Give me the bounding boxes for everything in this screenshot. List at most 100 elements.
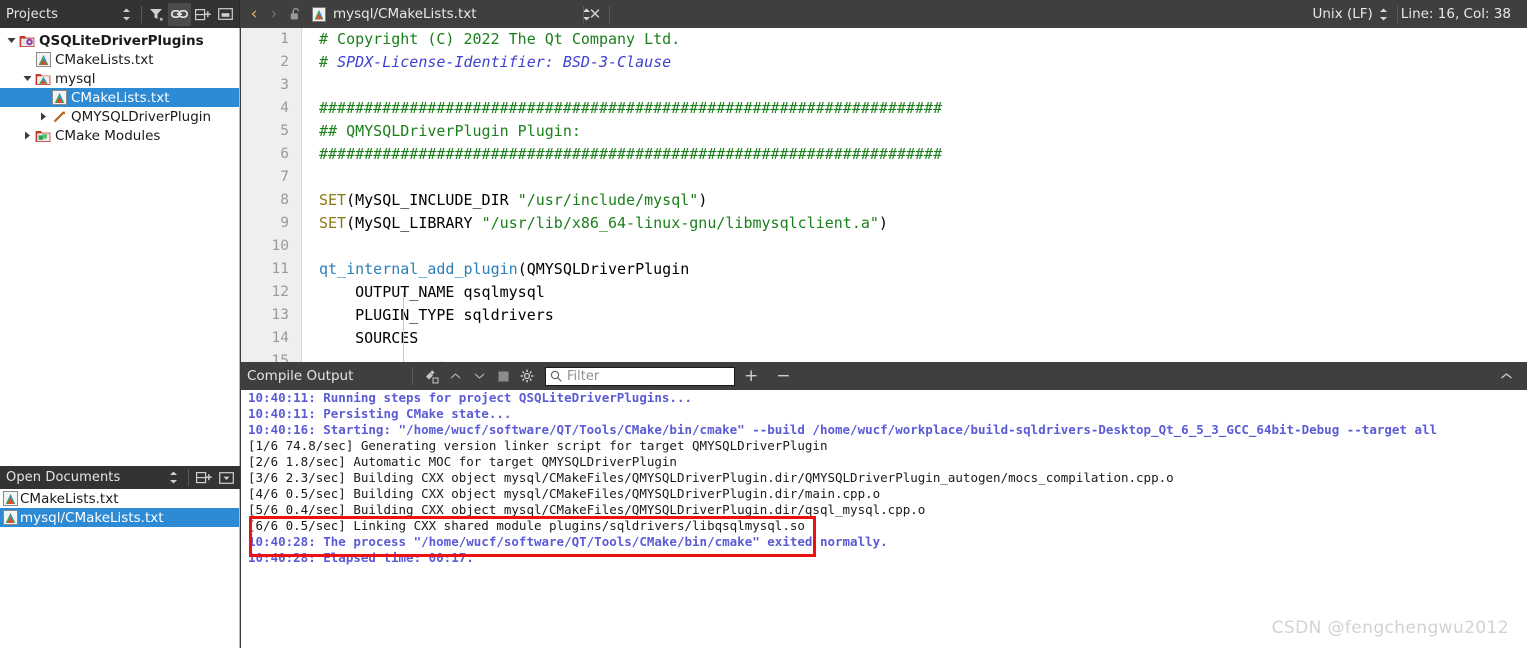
compile-output-header: Compile Output Filter + − [241, 362, 1527, 390]
code-token: ) [698, 191, 708, 209]
code-line[interactable]: SET(MySQL_INCLUDE_DIR "/usr/include/mysq… [303, 189, 1527, 212]
code-token: SPDX-License-Identifier: BSD-3-Clause [337, 53, 672, 71]
tree-item-label: QSQLiteDriverPlugins [39, 32, 204, 49]
current-file-name: mysql/CMakeLists.txt [333, 6, 477, 22]
previous-item-icon[interactable] [443, 365, 467, 387]
cursor-position-label[interactable]: Line: 16, Col: 38 [1401, 6, 1521, 22]
editor-toolbar: ‹ › mysql/CMakeLists.txt Unix (LF) Line:… [240, 0, 1527, 28]
filter-input-box[interactable]: Filter [545, 366, 735, 386]
tree-item-label: CMake Modules [55, 127, 161, 144]
code-token: SET [319, 191, 347, 209]
open-document-item[interactable]: mysql/CMakeLists.txt [0, 508, 239, 527]
clear-output-icon[interactable] [419, 365, 443, 387]
split-add-icon[interactable] [191, 3, 214, 26]
unlock-icon[interactable] [284, 7, 308, 21]
tree-item-qmysqldriverplugin[interactable]: QMYSQLDriverPlugin [0, 107, 239, 126]
co-divider [412, 367, 413, 385]
line-number: 13 [271, 307, 289, 323]
line-number: 3 [280, 77, 289, 93]
line-number: 5 [280, 123, 289, 139]
top-bar: Projects ‹ › mysql/CMakeLists.txt Unix (… [0, 0, 1527, 28]
line-ending-selector[interactable]: Unix (LF) [1313, 6, 1373, 22]
close-panel-icon[interactable] [214, 3, 237, 26]
code-line[interactable]: ########################################… [303, 143, 1527, 166]
stop-icon[interactable] [491, 365, 515, 387]
line-number: 8 [280, 192, 289, 208]
tree-item-label: QMYSQLDriverPlugin [71, 108, 212, 125]
code-line[interactable]: SET(MySQL_LIBRARY "/usr/lib/x86_64-linux… [303, 212, 1527, 235]
open-document-label: mysql/CMakeLists.txt [20, 509, 164, 526]
code-line[interactable] [303, 235, 1527, 258]
next-item-icon[interactable] [467, 365, 491, 387]
code-token: # Copyright (C) 2022 The Qt Company Ltd. [319, 30, 681, 48]
target-icon [50, 109, 68, 124]
watermark-text: CSDN @fengchengwu2012 [1271, 618, 1509, 638]
line-number: 9 [280, 215, 289, 231]
cmake-file-icon [308, 6, 330, 22]
project-folder-icon [18, 33, 36, 48]
tree-item-cmakelists-txt[interactable]: CMakeLists.txt [0, 88, 239, 107]
close-document-icon[interactable]: ✕ [584, 0, 606, 28]
tree-item-cmake-modules[interactable]: CMake Modules [0, 126, 239, 145]
code-line[interactable]: # Copyright (C) 2022 The Qt Company Ltd. [303, 28, 1527, 51]
collapse-panel-icon[interactable] [1500, 372, 1527, 380]
line-number: 6 [280, 146, 289, 162]
zoom-out-button[interactable]: − [767, 367, 799, 385]
code-token: (MySQL_INCLUDE_DIR [346, 191, 518, 209]
tree-item-qsqlitedriverplugins[interactable]: QSQLiteDriverPlugins [0, 31, 239, 50]
compile-output-body[interactable]: 10:40:11: Running steps for project QSQL… [241, 390, 1527, 648]
line-number-gutter: 1 2 3 4 5 6 7 8 9 10 11 12 13 14 15 [241, 28, 302, 362]
sync-selection-icon[interactable] [115, 3, 138, 26]
navigate-forward-icon[interactable]: › [264, 5, 284, 23]
chevron-down-icon[interactable] [20, 75, 34, 82]
line-number: 15 [271, 353, 289, 362]
code-area[interactable]: # Copyright (C) 2022 The Qt Company Ltd.… [303, 28, 1527, 362]
code-line[interactable]: PLUGIN_TYPE sqldrivers [303, 304, 1527, 327]
zoom-in-button[interactable]: + [735, 367, 767, 385]
project-tree[interactable]: QSQLiteDriverPlugins CMakeLists.txt mysql C… [0, 28, 239, 145]
code-token: . [319, 352, 401, 362]
chevron-right-icon[interactable] [36, 112, 50, 121]
chevron-down-icon[interactable] [4, 37, 18, 44]
open-document-item[interactable]: CMakeLists.txt [0, 489, 239, 508]
code-token: # [319, 53, 338, 71]
code-token: qt_internal_add_plugin [319, 260, 518, 278]
toolbar-divider [141, 5, 142, 23]
code-line[interactable]: SOURCES [303, 327, 1527, 350]
code-line[interactable]: ########################################… [303, 97, 1527, 120]
line-number: 14 [271, 330, 289, 346]
opendocs-split-add-icon[interactable] [192, 466, 215, 489]
open-documents-list[interactable]: CMakeLists.txt mysql/CMakeLists.txt [0, 489, 240, 620]
code-line[interactable]: . [303, 350, 1527, 362]
line-number: 2 [280, 54, 289, 70]
tree-item-label: mysql [55, 70, 96, 87]
opendocs-divider [188, 469, 189, 486]
opendocs-close-panel-icon[interactable] [215, 466, 238, 489]
opendocs-sort-icon[interactable] [162, 466, 185, 489]
tree-item-label: CMakeLists.txt [55, 51, 154, 68]
code-token: ########################################… [319, 99, 943, 117]
settings-gear-icon[interactable] [515, 365, 539, 387]
compile-output-line: [6/6 0.5/sec] Linking CXX shared module … [248, 518, 805, 533]
tree-item-mysql[interactable]: mysql [0, 69, 239, 88]
chevron-right-icon[interactable] [20, 131, 34, 140]
code-line[interactable] [303, 166, 1527, 189]
code-line[interactable]: OUTPUT_NAME qsqlmysql [303, 281, 1527, 304]
compile-output-line: 10:40:28: Elapsed time: 00:17. [248, 550, 474, 565]
cmake-file-icon [50, 90, 68, 105]
link-with-editor-icon[interactable] [168, 2, 191, 26]
line-ending-chevron-icon[interactable] [1373, 8, 1394, 21]
code-token: PLUGIN_TYPE sqldrivers [319, 306, 554, 324]
tree-item-cmakelists-txt[interactable]: CMakeLists.txt [0, 50, 239, 69]
code-editor[interactable]: 1 2 3 4 5 6 7 8 9 10 11 12 13 14 15 # Copyright (C) 20… [241, 28, 1527, 362]
code-line[interactable]: # SPDX-License-Identifier: BSD-3-Clause [303, 51, 1527, 74]
compile-output-line: [3/6 2.3/sec] Building CXX object mysql/… [248, 470, 1174, 485]
code-line[interactable]: qt_internal_add_plugin(QMYSQLDriverPlugi… [303, 258, 1527, 281]
code-line[interactable] [303, 74, 1527, 97]
open-document-label: CMakeLists.txt [20, 490, 119, 507]
navigate-back-icon[interactable]: ‹ [244, 5, 264, 23]
filter-icon[interactable] [145, 3, 168, 26]
compile-output-line: [1/6 74.8/sec] Generating version linker… [248, 438, 828, 453]
cmake-folder-icon [34, 71, 52, 86]
code-line[interactable]: ## QMYSQLDriverPlugin Plugin: [303, 120, 1527, 143]
